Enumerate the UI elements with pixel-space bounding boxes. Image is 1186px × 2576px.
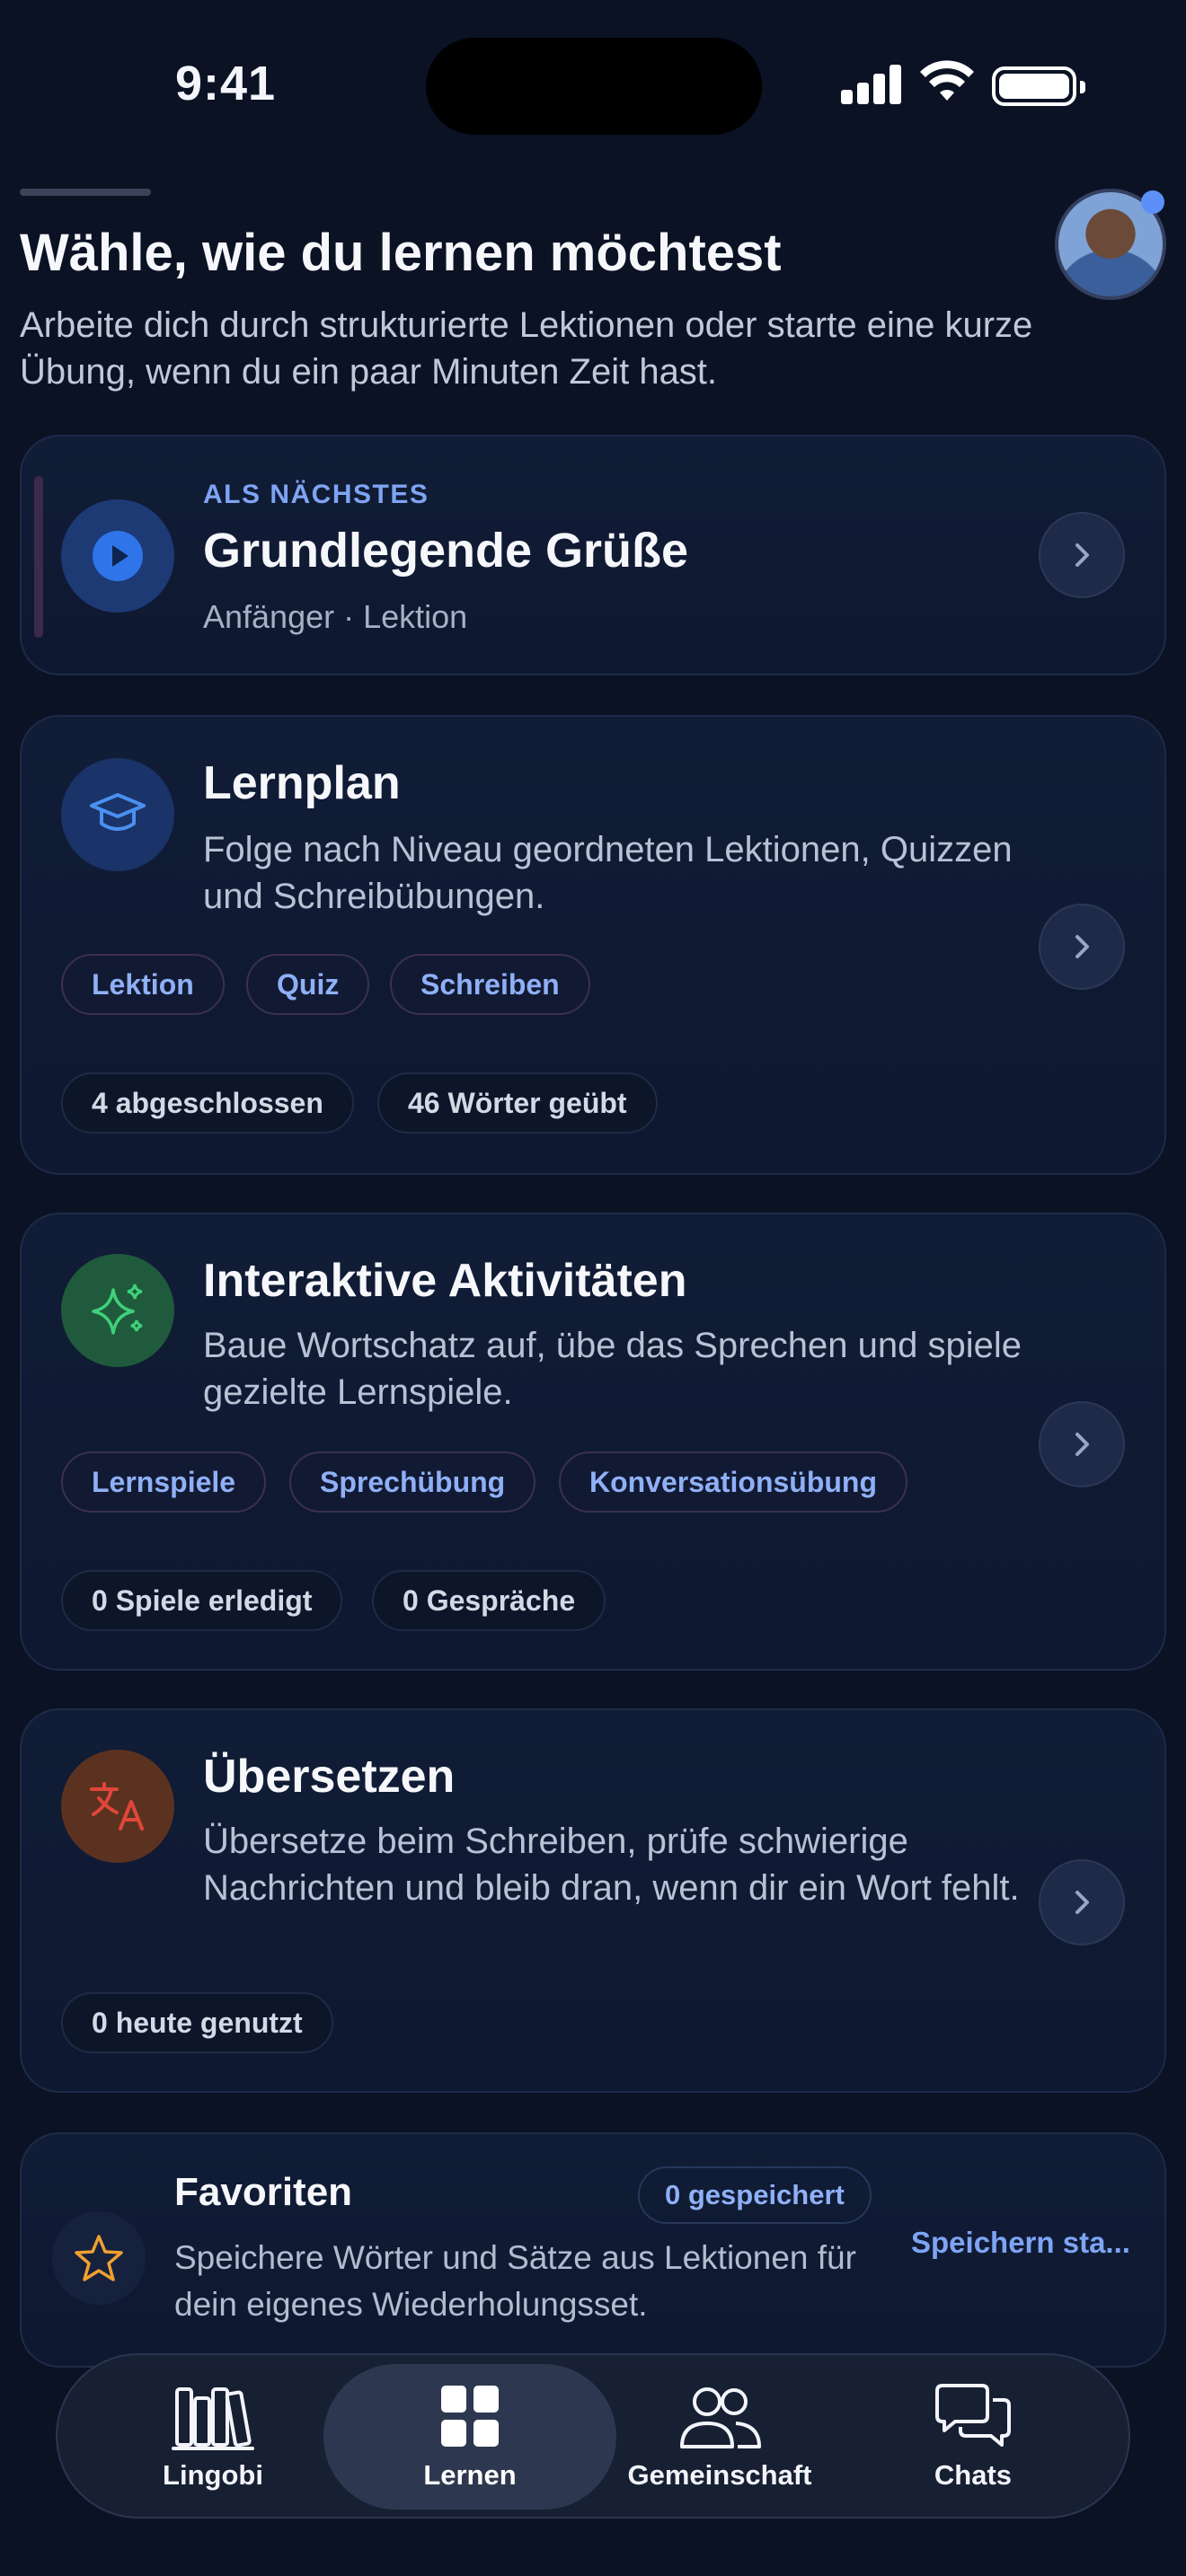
dynamic-island [426,38,762,135]
learning-plan-card[interactable]: Lernplan Folge nach Niveau geordneten Le… [20,715,1166,1175]
tab-label: Lernen [423,2459,517,2491]
chevron-right-icon[interactable] [1039,1401,1125,1487]
translate-description: Übersetze beim Schreiben, prüfe schwieri… [203,1822,1020,1908]
stat-completed: 4 abgeschlossen [61,1072,354,1134]
translate-title: Übersetzen [203,1751,456,1803]
translate-card[interactable]: Übersetzen Übersetze beim Schreiben, prü… [20,1708,1166,2093]
tab-label: Chats [934,2459,1013,2491]
notification-dot [1141,190,1164,214]
tab-label: Lingobi [163,2459,263,2491]
status-time: 9:41 [175,57,277,110]
tab-lingobi[interactable]: Lingobi [66,2364,359,2510]
library-icon [172,2387,254,2450]
favorites-card[interactable]: Favoriten 0 gespeichert Speichere Wörter… [20,2132,1166,2368]
favorites-saved-badge: 0 gespeichert [638,2166,872,2224]
translate-icon [61,1750,174,1863]
chevron-right-icon[interactable] [1039,512,1125,598]
next-lesson-meta: Anfänger · Lektion [203,598,468,635]
wifi-icon [920,60,974,101]
people-icon [680,2387,761,2448]
battery-icon [992,66,1085,106]
status-bar: 9:41 [0,0,1186,171]
start-saving-link[interactable]: Speichern sta... [911,2226,1154,2260]
page-subtitle: Arbeite dich durch strukturierte Lektion… [20,305,1033,392]
graduation-cap-icon [61,758,174,871]
tab-gemeinschaft[interactable]: Gemeinschaft [573,2364,866,2510]
learning-plan-description: Folge nach Niveau geordneten Lektionen, … [203,830,1013,916]
favorites-description: Speichere Wörter und Sätze aus Lektionen… [174,2239,856,2323]
chevron-right-icon[interactable] [1039,1859,1125,1945]
tag-lernspiele[interactable]: Lernspiele [61,1451,267,1513]
tab-label: Gemeinschaft [627,2459,812,2491]
grid-icon [441,2386,499,2447]
tab-chats[interactable]: Chats [827,2364,1120,2510]
activities-description: Baue Wortschatz auf, übe das Sprechen un… [203,1326,1022,1412]
tag-konversationsuebung[interactable]: Konversationsübung [559,1451,908,1513]
chevron-right-icon[interactable] [1039,904,1125,990]
stat-conversations: 0 Gespräche [372,1570,606,1631]
tag-lektion[interactable]: Lektion [61,954,225,1015]
activities-title: Interaktive Aktivitäten [203,1255,687,1307]
interactive-activities-card[interactable]: Interaktive Aktivitäten Baue Wortschatz … [20,1213,1166,1671]
cellular-signal-icon [841,63,902,104]
chat-bubbles-icon [935,2384,1011,2447]
star-icon [52,2211,146,2305]
play-icon [61,499,174,613]
learning-plan-title: Lernplan [203,757,401,809]
stat-games-done: 0 Spiele erledigt [61,1570,343,1631]
page-title: Wähle, wie du lernen möchtest [20,224,782,282]
tag-sprechuebung[interactable]: Sprechübung [289,1451,536,1513]
sparkles-icon [61,1254,174,1367]
header-drag-indicator [20,189,151,196]
favorites-title: Favoriten [174,2170,353,2214]
next-lesson-title: Grundlegende Grüße [203,524,689,578]
card-accent-bar [34,476,43,638]
tag-quiz[interactable]: Quiz [246,954,370,1015]
stat-words-practiced: 46 Wörter geübt [377,1072,658,1134]
bottom-tab-bar: Lingobi Lernen Gemeinschaft Chats [56,2353,1130,2519]
tag-schreiben[interactable]: Schreiben [390,954,590,1015]
stat-used-today: 0 heute genutzt [61,1992,333,2053]
next-eyebrow: ALS NÄCHSTES [203,480,429,509]
next-lesson-card[interactable]: ALS NÄCHSTES Grundlegende Grüße Anfänger… [20,435,1166,675]
